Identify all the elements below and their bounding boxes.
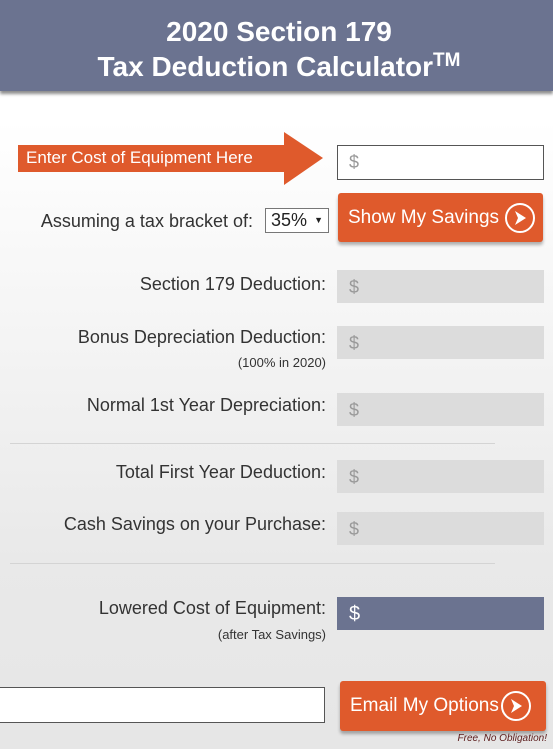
trademark: TM: [433, 50, 461, 71]
section-179-label: Section 179 Deduction:: [139, 274, 326, 294]
free-no-obligation-note: Free, No Obligation!: [457, 733, 548, 744]
title-line-1: 2020 Section 179: [166, 16, 392, 47]
bonus-depreciation-result: $: [337, 326, 544, 359]
email-options-label: Email My Options: [350, 695, 499, 716]
email-my-options-button[interactable]: Email My Options: [340, 681, 546, 731]
bonus-depreciation-note: (100% in 2020): [237, 355, 326, 370]
normal-depreciation-result: $: [337, 393, 544, 426]
tax-bracket-select[interactable]: 35% ▼: [265, 208, 329, 233]
cost-arrow-label: Enter Cost of Equipment Here: [26, 148, 253, 167]
divider: [10, 443, 495, 444]
page-header: 2020 Section 179 Tax Deduction Calculato…: [0, 0, 553, 91]
tax-bracket-label: Assuming a tax bracket of:: [40, 211, 253, 231]
section-179-result: $: [337, 270, 544, 303]
lowered-cost-result: $: [337, 597, 544, 630]
chevron-right-icon: [505, 202, 536, 233]
divider: [10, 563, 495, 564]
equipment-cost-input[interactable]: $: [337, 145, 544, 180]
normal-depreciation-label: Normal 1st Year Depreciation:: [86, 395, 326, 415]
title-text: Tax Deduction Calculator: [97, 51, 434, 82]
total-deduction-result: $: [337, 460, 544, 493]
chevron-right-icon: [500, 691, 531, 721]
bonus-depreciation-label: Bonus Depreciation Deduction:: [77, 327, 326, 347]
show-my-savings-button[interactable]: Show My Savings: [338, 193, 543, 242]
tax-bracket-value: 35%: [271, 210, 308, 230]
email-input[interactable]: [0, 687, 325, 723]
lowered-cost-note: (after Tax Savings): [217, 627, 326, 642]
total-deduction-label: Total First Year Deduction:: [115, 462, 326, 482]
cash-savings-label: Cash Savings on your Purchase:: [63, 514, 326, 534]
lowered-cost-label: Lowered Cost of Equipment:: [98, 598, 326, 618]
caret-down-icon: ▼: [314, 215, 323, 225]
title-line-2: Tax Deduction CalculatorTM: [5, 46, 553, 81]
show-savings-label: Show My Savings: [348, 206, 500, 228]
cash-savings-result: $: [337, 512, 544, 545]
